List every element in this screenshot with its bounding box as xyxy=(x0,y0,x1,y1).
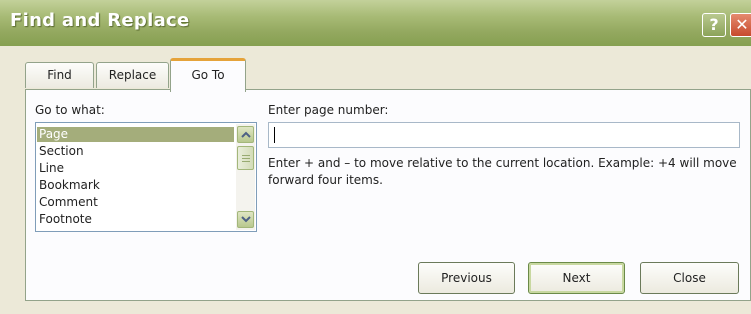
chevron-down-icon xyxy=(241,216,251,223)
list-item-footnote[interactable]: Footnote xyxy=(37,212,234,227)
scroll-down-button[interactable] xyxy=(237,211,254,228)
tab-goto-label: Go To xyxy=(191,68,225,82)
help-button[interactable]: ? xyxy=(702,13,726,37)
scroll-thumb[interactable] xyxy=(237,146,254,170)
goto-what-listbox[interactable]: Page Section Line Bookmark Comment Footn… xyxy=(35,122,257,232)
goto-what-label: Go to what: xyxy=(35,103,105,117)
text-caret xyxy=(274,127,275,143)
tab-replace-label: Replace xyxy=(108,68,157,82)
close-window-button[interactable]: ✕ xyxy=(730,13,751,37)
close-icon: ✕ xyxy=(735,15,749,34)
listbox-scrollbar[interactable] xyxy=(236,124,255,230)
list-item-line[interactable]: Line xyxy=(37,161,234,176)
tab-replace[interactable]: Replace xyxy=(96,62,169,88)
page-number-input[interactable] xyxy=(268,122,740,148)
list-item-page[interactable]: Page xyxy=(37,127,234,142)
previous-button[interactable]: Previous xyxy=(418,262,515,294)
tab-find[interactable]: Find xyxy=(25,62,94,88)
tab-goto[interactable]: Go To xyxy=(170,58,246,92)
list-item-bookmark[interactable]: Bookmark xyxy=(37,178,234,193)
list-item-section[interactable]: Section xyxy=(37,144,234,159)
tab-find-label: Find xyxy=(47,68,72,82)
help-icon: ? xyxy=(709,15,719,34)
page-number-help-text: Enter + and – to move relative to the cu… xyxy=(268,156,737,187)
page-number-label: Enter page number: xyxy=(268,103,389,117)
close-button[interactable]: Close xyxy=(640,262,739,294)
title-bar[interactable]: Find and Replace ? ✕ xyxy=(0,0,751,46)
scroll-up-button[interactable] xyxy=(237,126,254,143)
chevron-up-icon xyxy=(241,131,251,138)
list-item-comment[interactable]: Comment xyxy=(37,195,234,210)
next-button[interactable]: Next xyxy=(528,262,625,294)
window-title: Find and Replace xyxy=(10,10,190,31)
